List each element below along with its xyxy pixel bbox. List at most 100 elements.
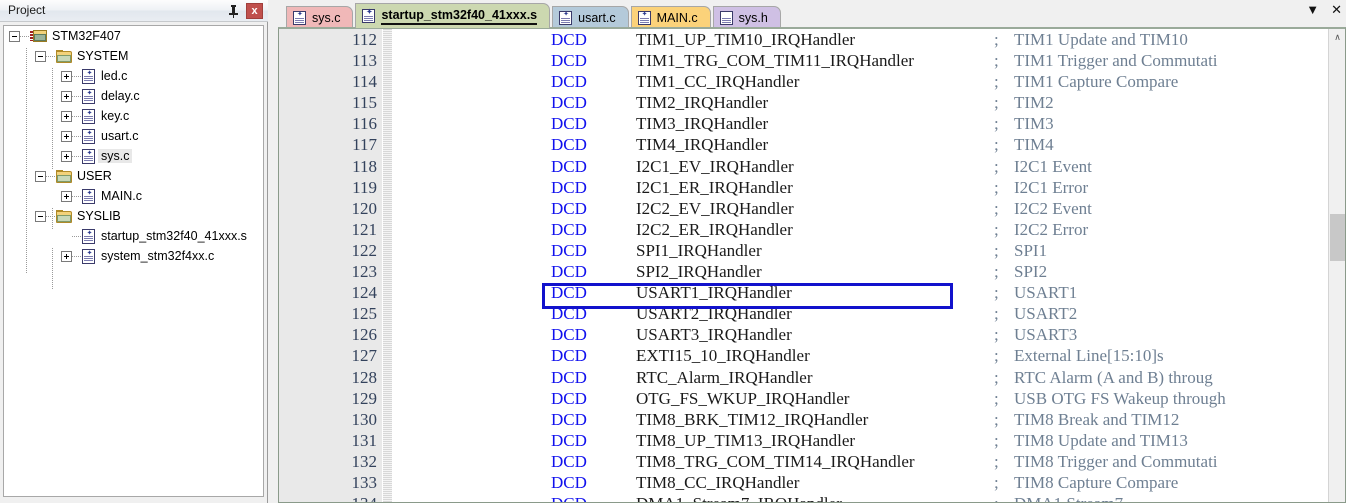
code-comment: TIM8 Trigger and Commutati xyxy=(1014,451,1218,471)
pin-icon[interactable] xyxy=(224,2,242,20)
code-comment: SPI1 xyxy=(1014,240,1048,260)
project-tree[interactable]: STM32F407 SYSTEM ✦ led.c ✦ delay.c ✦ key… xyxy=(3,25,264,497)
tab-usart-c[interactable]: ✦ usart.c xyxy=(552,6,629,28)
chevron-down-icon[interactable]: ▼ xyxy=(1306,3,1319,16)
code-editor[interactable]: 112 DCD TIM1_UP_TIM10_IRQHandler ; TIM1 … xyxy=(278,27,1346,503)
comment-marker: ; xyxy=(994,51,999,71)
code-line[interactable]: 118 DCD I2C1_EV_IRQHandler ; I2C1 Event xyxy=(279,156,1329,177)
code-line[interactable]: 129 DCD OTG_FS_WKUP_IRQHandler ; USB OTG… xyxy=(279,388,1329,409)
code-keyword: DCD xyxy=(551,283,587,303)
code-line[interactable]: 130 DCD TIM8_BRK_TIM12_IRQHandler ; TIM8… xyxy=(279,409,1329,430)
scroll-up-arrow-icon[interactable]: ∧ xyxy=(1329,29,1345,46)
tree-item-usart-c[interactable]: ✦ usart.c xyxy=(4,126,263,146)
code-keyword: DCD xyxy=(551,430,587,450)
tree-expander-plus-icon[interactable] xyxy=(61,110,72,122)
code-symbol: TIM8_UP_TIM13_IRQHandler xyxy=(636,430,856,450)
code-line[interactable]: 117 DCD TIM4_IRQHandler ; TIM4 xyxy=(279,134,1329,155)
close-icon[interactable]: ✕ xyxy=(1331,3,1342,16)
code-keyword: DCD xyxy=(551,493,587,502)
line-number: 123 xyxy=(351,262,378,282)
code-keyword: DCD xyxy=(551,135,587,155)
code-symbol: USART3_IRQHandler xyxy=(636,325,792,345)
code-comment: TIM1 Update and TIM10 xyxy=(1014,30,1188,49)
tree-item-user[interactable]: USER xyxy=(4,166,263,186)
code-keyword: DCD xyxy=(551,177,587,197)
code-line[interactable]: 112 DCD TIM1_UP_TIM10_IRQHandler ; TIM1 … xyxy=(279,29,1329,50)
tree-item-label: led.c xyxy=(101,69,128,83)
tree-expander-minus-icon[interactable] xyxy=(9,30,20,42)
tree-expander-minus-icon[interactable] xyxy=(35,50,46,62)
panel-splitter[interactable] xyxy=(268,0,278,503)
code-comment: TIM8 Update and TIM13 xyxy=(1014,430,1188,450)
code-line[interactable]: 115 DCD TIM2_IRQHandler ; TIM2 xyxy=(279,92,1329,113)
editor-vertical-scrollbar[interactable]: ∧ xyxy=(1328,29,1345,502)
code-line[interactable]: 126 DCD USART3_IRQHandler ; USART3 xyxy=(279,324,1329,345)
code-symbol: TIM4_IRQHandler xyxy=(636,135,769,155)
code-keyword: DCD xyxy=(551,346,587,366)
code-keyword: DCD xyxy=(551,93,587,113)
code-line[interactable]: 132 DCD TIM8_TRG_COM_TIM14_IRQHandler ; … xyxy=(279,451,1329,472)
line-number: 132 xyxy=(351,451,378,471)
code-line[interactable]: 121 DCD I2C2_ER_IRQHandler ; I2C2 Error xyxy=(279,219,1329,240)
code-line[interactable]: 127 DCD EXTI15_10_IRQHandler ; External … xyxy=(279,345,1329,366)
tree-item-system-stm32f4xx-c[interactable]: ✦ system_stm32f4xx.c xyxy=(4,246,263,266)
tree-expander-plus-icon[interactable] xyxy=(61,130,72,142)
tree-connector xyxy=(72,255,82,257)
tree-expander-plus-icon[interactable] xyxy=(61,150,72,162)
tree-item-main-c[interactable]: ✦ MAIN.c xyxy=(4,186,263,206)
tree-expander-plus-icon[interactable] xyxy=(61,190,72,202)
source-file-icon: ✦ xyxy=(82,108,95,124)
scrollbar-thumb[interactable] xyxy=(1330,214,1345,261)
tree-item-key-c[interactable]: ✦ key.c xyxy=(4,106,263,126)
line-number: 116 xyxy=(352,114,377,134)
tree-item-led-c[interactable]: ✦ led.c xyxy=(4,66,263,86)
code-symbol: DMA1_Stream7_IRQHandler xyxy=(636,493,842,502)
comment-marker: ; xyxy=(994,135,999,155)
tree-expander-plus-icon[interactable] xyxy=(61,250,72,262)
code-line[interactable]: 133 DCD TIM8_CC_IRQHandler ; TIM8 Captur… xyxy=(279,472,1329,493)
code-comment: TIM1 Trigger and Commutati xyxy=(1014,51,1218,71)
code-symbol: SPI2_IRQHandler xyxy=(636,262,762,282)
code-line[interactable]: 128 DCD RTC_Alarm_IRQHandler ; RTC Alarm… xyxy=(279,367,1329,388)
source-file-icon: ✦ xyxy=(82,148,95,164)
tree-expander-minus-icon[interactable] xyxy=(35,170,46,182)
code-symbol: TIM1_TRG_COM_TIM11_IRQHandler xyxy=(636,51,914,71)
code-line[interactable]: 113 DCD TIM1_TRG_COM_TIM11_IRQHandler ; … xyxy=(279,50,1329,71)
tree-item-system[interactable]: SYSTEM xyxy=(4,46,263,66)
tree-expander-plus-icon[interactable] xyxy=(61,90,72,102)
source-file-icon: ✦ xyxy=(82,128,95,144)
code-line[interactable]: 122 DCD SPI1_IRQHandler ; SPI1 xyxy=(279,240,1329,261)
line-number: 121 xyxy=(351,219,378,239)
tree-item-syslib[interactable]: SYSLIB xyxy=(4,206,263,226)
tree-item-stm32f407[interactable]: STM32F407 xyxy=(4,26,263,46)
tree-item-delay-c[interactable]: ✦ delay.c xyxy=(4,86,263,106)
code-line[interactable]: 131 DCD TIM8_UP_TIM13_IRQHandler ; TIM8 … xyxy=(279,430,1329,451)
tree-item-sys-c[interactable]: ✦ sys.c xyxy=(4,146,263,166)
tab-sys-c[interactable]: ✦ sys.c xyxy=(286,6,354,28)
tree-expander-minus-icon[interactable] xyxy=(35,210,46,222)
source-file-icon: ✦ xyxy=(559,10,573,25)
tab-main-c[interactable]: ✦ MAIN.c xyxy=(630,6,711,28)
tab-startup-asm[interactable]: ✦ startup_stm32f40_41xxx.s xyxy=(355,3,551,28)
code-line[interactable]: 123 DCD SPI2_IRQHandler ; SPI2 xyxy=(279,261,1329,282)
code-line-highlighted[interactable]: 124 DCD USART1_IRQHandler ; USART1 xyxy=(279,282,1329,303)
code-line[interactable]: 114 DCD TIM1_CC_IRQHandler ; TIM1 Captur… xyxy=(279,71,1329,92)
tab-sys-h[interactable]: sys.h xyxy=(712,6,781,28)
line-number: 124 xyxy=(351,283,378,303)
tree-item-startup-asm[interactable]: ✦ startup_stm32f40_41xxx.s xyxy=(4,226,263,246)
line-number: 133 xyxy=(351,472,378,492)
comment-marker: ; xyxy=(994,240,999,260)
code-comment: TIM2 xyxy=(1014,93,1054,113)
line-number: 117 xyxy=(352,135,377,155)
code-line[interactable]: 119 DCD I2C1_ER_IRQHandler ; I2C1 Error xyxy=(279,177,1329,198)
tree-expander-plus-icon[interactable] xyxy=(61,70,72,82)
code-line[interactable]: 116 DCD TIM3_IRQHandler ; TIM3 xyxy=(279,113,1329,134)
code-line[interactable]: 120 DCD I2C2_EV_IRQHandler ; I2C2 Event xyxy=(279,198,1329,219)
code-line[interactable]: 134 DCD DMA1_Stream7_IRQHandler ; DMA1 S… xyxy=(279,493,1329,502)
code-line[interactable]: 125 DCD USART2_IRQHandler ; USART2 xyxy=(279,303,1329,324)
code-keyword: DCD xyxy=(551,30,587,49)
comment-marker: ; xyxy=(994,367,999,387)
code-symbol: I2C1_ER_IRQHandler xyxy=(636,177,793,197)
project-panel-close-button[interactable]: x xyxy=(246,3,263,19)
line-number: 113 xyxy=(352,51,377,71)
